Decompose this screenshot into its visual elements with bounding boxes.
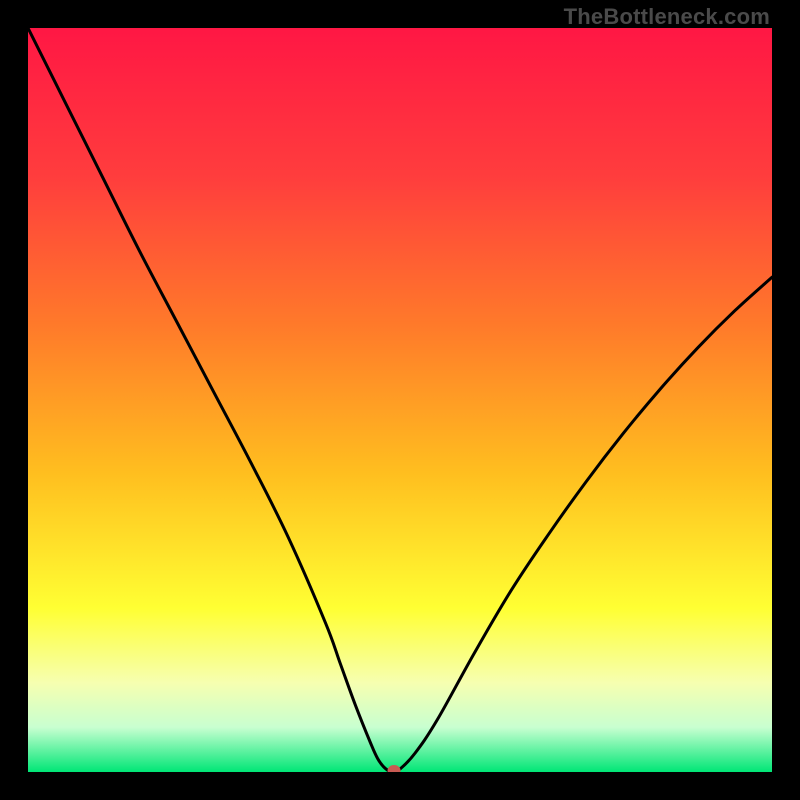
watermark-text: TheBottleneck.com xyxy=(564,4,770,30)
gradient-bg xyxy=(28,28,772,772)
plot-area xyxy=(28,28,772,772)
chart-svg xyxy=(28,28,772,772)
chart-frame: TheBottleneck.com xyxy=(0,0,800,800)
